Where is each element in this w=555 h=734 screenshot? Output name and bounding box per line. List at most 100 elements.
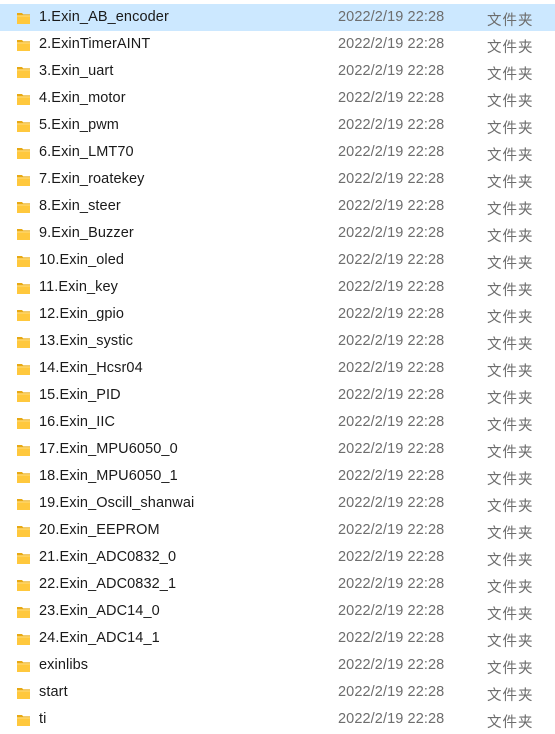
file-row[interactable]: 20.Exin_EEPROM 2022/2/19 22:28 文件夹 bbox=[0, 517, 555, 544]
file-name: 9.Exin_Buzzer bbox=[39, 225, 134, 241]
file-name: 18.Exin_MPU6050_1 bbox=[39, 468, 178, 484]
file-row[interactable]: 4.Exin_motor 2022/2/19 22:28 文件夹 bbox=[0, 85, 555, 112]
date-modified: 2022/2/19 22:28 bbox=[338, 198, 445, 214]
file-row[interactable]: 14.Exin_Hcsr04 2022/2/19 22:28 文件夹 bbox=[0, 355, 555, 382]
file-type: 文件夹 bbox=[487, 202, 534, 218]
folder-icon bbox=[17, 229, 30, 240]
date-modified: 2022/2/19 22:28 bbox=[338, 90, 445, 106]
file-row[interactable]: 7.Exin_roatekey 2022/2/19 22:28 文件夹 bbox=[0, 166, 555, 193]
file-type: 文件夹 bbox=[487, 472, 534, 488]
file-name: 17.Exin_MPU6050_0 bbox=[39, 441, 178, 457]
folder-icon bbox=[17, 256, 30, 267]
file-row[interactable]: 15.Exin_PID 2022/2/19 22:28 文件夹 bbox=[0, 382, 555, 409]
folder-icon bbox=[17, 418, 30, 429]
file-row[interactable]: 6.Exin_LMT70 2022/2/19 22:28 文件夹 bbox=[0, 139, 555, 166]
file-row[interactable]: 23.Exin_ADC14_0 2022/2/19 22:28 文件夹 bbox=[0, 598, 555, 625]
date-modified: 2022/2/19 22:28 bbox=[338, 684, 445, 700]
date-modified: 2022/2/19 22:28 bbox=[338, 171, 445, 187]
file-type: 文件夹 bbox=[487, 688, 534, 704]
folder-icon bbox=[17, 13, 30, 24]
file-name: 7.Exin_roatekey bbox=[39, 171, 145, 187]
file-row[interactable]: 21.Exin_ADC0832_0 2022/2/19 22:28 文件夹 bbox=[0, 544, 555, 571]
file-row[interactable]: 3.Exin_uart 2022/2/19 22:28 文件夹 bbox=[0, 58, 555, 85]
date-modified: 2022/2/19 22:28 bbox=[338, 468, 445, 484]
file-type: 文件夹 bbox=[487, 526, 534, 542]
date-modified: 2022/2/19 22:28 bbox=[338, 441, 445, 457]
folder-icon bbox=[17, 364, 30, 375]
folder-icon bbox=[17, 40, 30, 51]
file-name: 6.Exin_LMT70 bbox=[39, 144, 134, 160]
file-row[interactable]: start 2022/2/19 22:28 文件夹 bbox=[0, 679, 555, 706]
file-type: 文件夹 bbox=[487, 175, 534, 191]
file-type: 文件夹 bbox=[487, 13, 534, 29]
file-name: ti bbox=[39, 711, 47, 727]
file-row[interactable]: 13.Exin_systic 2022/2/19 22:28 文件夹 bbox=[0, 328, 555, 355]
file-row[interactable]: 1.Exin_AB_encoder 2022/2/19 22:28 文件夹 bbox=[0, 4, 555, 31]
date-modified: 2022/2/19 22:28 bbox=[338, 306, 445, 322]
date-modified: 2022/2/19 22:28 bbox=[338, 63, 445, 79]
file-name: 11.Exin_key bbox=[39, 279, 119, 295]
folder-icon bbox=[17, 661, 30, 672]
file-row[interactable]: 5.Exin_pwm 2022/2/19 22:28 文件夹 bbox=[0, 112, 555, 139]
file-name: 4.Exin_motor bbox=[39, 90, 126, 106]
date-modified: 2022/2/19 22:28 bbox=[338, 225, 445, 241]
file-row[interactable]: 12.Exin_gpio 2022/2/19 22:28 文件夹 bbox=[0, 301, 555, 328]
file-row[interactable]: 18.Exin_MPU6050_1 2022/2/19 22:28 文件夹 bbox=[0, 463, 555, 490]
date-modified: 2022/2/19 22:28 bbox=[338, 9, 445, 25]
file-name: 14.Exin_Hcsr04 bbox=[39, 360, 143, 376]
folder-icon bbox=[17, 202, 30, 213]
file-name: 19.Exin_Oscill_shanwai bbox=[39, 495, 195, 511]
file-row[interactable]: 11.Exin_key 2022/2/19 22:28 文件夹 bbox=[0, 274, 555, 301]
date-modified: 2022/2/19 22:28 bbox=[338, 117, 445, 133]
file-row[interactable]: 17.Exin_MPU6050_0 2022/2/19 22:28 文件夹 bbox=[0, 436, 555, 463]
file-type: 文件夹 bbox=[487, 553, 534, 569]
folder-icon bbox=[17, 175, 30, 186]
file-type: 文件夹 bbox=[487, 256, 534, 272]
file-row[interactable]: ti 2022/2/19 22:28 文件夹 bbox=[0, 706, 555, 733]
file-row[interactable]: 16.Exin_IIC 2022/2/19 22:28 文件夹 bbox=[0, 409, 555, 436]
folder-icon bbox=[17, 688, 30, 699]
date-modified: 2022/2/19 22:28 bbox=[338, 603, 445, 619]
file-type: 文件夹 bbox=[487, 40, 534, 56]
file-type: 文件夹 bbox=[487, 445, 534, 461]
file-row[interactable]: 8.Exin_steer 2022/2/19 22:28 文件夹 bbox=[0, 193, 555, 220]
file-row[interactable]: 19.Exin_Oscill_shanwai 2022/2/19 22:28 文… bbox=[0, 490, 555, 517]
file-name: 1.Exin_AB_encoder bbox=[39, 9, 169, 25]
file-row[interactable]: 9.Exin_Buzzer 2022/2/19 22:28 文件夹 bbox=[0, 220, 555, 247]
folder-icon bbox=[17, 121, 30, 132]
file-type: 文件夹 bbox=[487, 229, 534, 245]
file-name: 24.Exin_ADC14_1 bbox=[39, 630, 160, 646]
file-row[interactable]: 2.ExinTimerAINT 2022/2/19 22:28 文件夹 bbox=[0, 31, 555, 58]
date-modified: 2022/2/19 22:28 bbox=[338, 630, 445, 646]
file-list: 1.Exin_AB_encoder 2022/2/19 22:28 文件夹 2.… bbox=[0, 4, 555, 733]
folder-icon bbox=[17, 148, 30, 159]
date-modified: 2022/2/19 22:28 bbox=[338, 144, 445, 160]
folder-icon bbox=[17, 337, 30, 348]
file-name: 15.Exin_PID bbox=[39, 387, 121, 403]
date-modified: 2022/2/19 22:28 bbox=[338, 279, 445, 295]
file-name: 16.Exin_IIC bbox=[39, 414, 116, 430]
file-name: 22.Exin_ADC0832_1 bbox=[39, 576, 177, 592]
file-name: 20.Exin_EEPROM bbox=[39, 522, 160, 538]
file-name: start bbox=[39, 684, 68, 700]
folder-icon bbox=[17, 580, 30, 591]
file-type: 文件夹 bbox=[487, 148, 534, 164]
file-row[interactable]: 22.Exin_ADC0832_1 2022/2/19 22:28 文件夹 bbox=[0, 571, 555, 598]
file-row[interactable]: 24.Exin_ADC14_1 2022/2/19 22:28 文件夹 bbox=[0, 625, 555, 652]
date-modified: 2022/2/19 22:28 bbox=[338, 711, 445, 727]
file-type: 文件夹 bbox=[487, 715, 534, 731]
date-modified: 2022/2/19 22:28 bbox=[338, 522, 445, 538]
file-row[interactable]: 10.Exin_oled 2022/2/19 22:28 文件夹 bbox=[0, 247, 555, 274]
folder-icon bbox=[17, 499, 30, 510]
file-row[interactable]: exinlibs 2022/2/19 22:28 文件夹 bbox=[0, 652, 555, 679]
folder-icon bbox=[17, 607, 30, 618]
folder-icon bbox=[17, 553, 30, 564]
file-name: 3.Exin_uart bbox=[39, 63, 114, 79]
folder-icon bbox=[17, 310, 30, 321]
file-type: 文件夹 bbox=[487, 661, 534, 677]
folder-icon bbox=[17, 526, 30, 537]
file-type: 文件夹 bbox=[487, 499, 534, 515]
file-type: 文件夹 bbox=[487, 418, 534, 434]
date-modified: 2022/2/19 22:28 bbox=[338, 387, 445, 403]
date-modified: 2022/2/19 22:28 bbox=[338, 495, 445, 511]
